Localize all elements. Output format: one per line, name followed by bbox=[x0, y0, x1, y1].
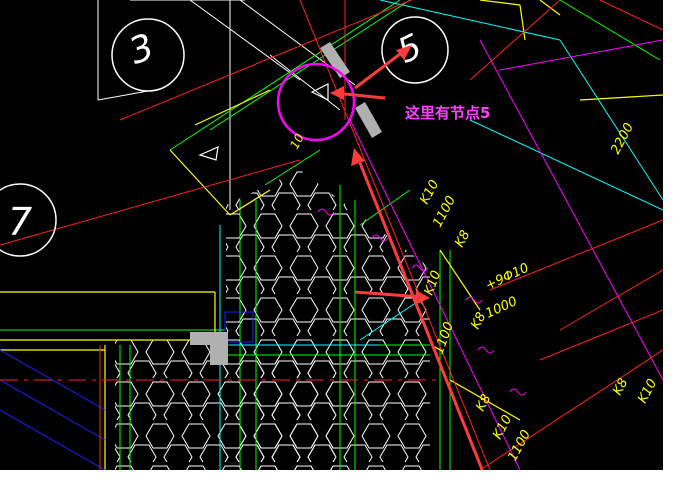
hatch-region-lower-left bbox=[115, 340, 225, 470]
hatch-region-lower-mid bbox=[225, 360, 335, 470]
cad-viewport[interactable]: 3 5 7 K10 1100 K8 K10 +9Φ10 1000 K8 1100… bbox=[0, 0, 686, 493]
cad-drawing[interactable]: 3 5 7 K10 1100 K8 K10 +9Φ10 1000 K8 1100… bbox=[0, 0, 686, 493]
annotation-note: 这里有节点5 bbox=[405, 104, 490, 122]
axis-bubble-7-label: 7 bbox=[8, 200, 32, 244]
